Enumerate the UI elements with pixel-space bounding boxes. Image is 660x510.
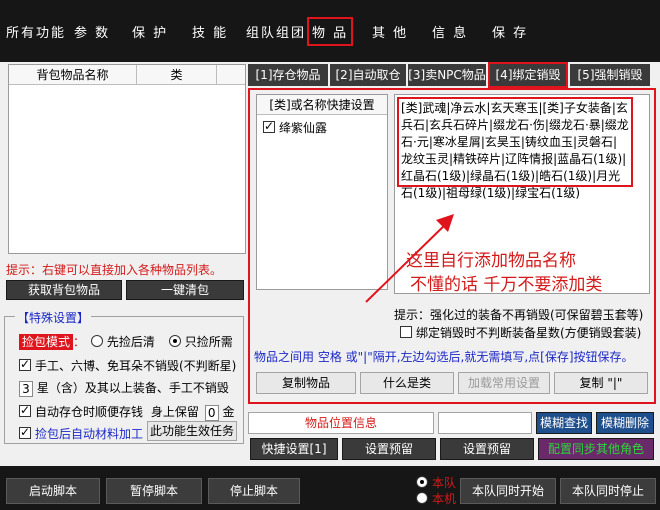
bind-destroy-panel: [类]或名称快捷设置 绛紫仙露 [类]武魂|净云水|玄天寒玉|[类]子女装备|玄… xyxy=(248,88,656,404)
no-destroy-checkbox[interactable] xyxy=(19,357,31,371)
grid-header-type[interactable]: 类 xyxy=(137,65,217,84)
top-menu-bar: 所有功能 参 数 保 护 技 能 组队组团 物 品 其 他 信 息 保 存 xyxy=(0,0,660,62)
radio-local[interactable] xyxy=(416,492,428,504)
right-click-tip: 提示：右键可以直接加入各种物品列表。 xyxy=(6,263,223,277)
pick-mode-radio-second[interactable] xyxy=(168,335,181,347)
auto-process-label: 捡包后自动材料加工 xyxy=(35,427,144,441)
set-reserve-button-1[interactable]: 设置预留 xyxy=(342,438,436,460)
list-item-label: 绛紫仙露 xyxy=(279,121,328,135)
item-names-text: [类]武魂|净云水|玄天寒玉|[类]子女装备|玄兵石|玄兵石碎片|缀龙石·伤|缀… xyxy=(397,97,633,200)
strengthen-hint: 提示：强化过的装备不再销毁(可保留碧玉套等) xyxy=(394,308,644,322)
start-script-button[interactable]: 启动脚本 xyxy=(6,478,100,504)
quick-set-header: [类]或名称快捷设置 xyxy=(257,95,387,115)
get-bag-items-button[interactable]: 获取背包物品 xyxy=(6,280,122,300)
menu-other[interactable]: 其 他 xyxy=(372,22,408,41)
auto-process-checkbox[interactable] xyxy=(19,425,31,439)
pick-mode-option-first[interactable]: 先捡后清 xyxy=(107,335,155,349)
star-threshold-label: 星（含）及其以上装备、手工不销毁 xyxy=(36,381,229,395)
stop-script-button[interactable]: 停止脚本 xyxy=(208,478,300,504)
tab-bind-destroy[interactable]: [4]绑定销毁 xyxy=(488,62,568,88)
task-effect-button[interactable]: 此功能生效任务 xyxy=(147,421,237,441)
what-is-class-button[interactable]: 什么是类 xyxy=(360,372,454,394)
menu-info[interactable]: 信 息 xyxy=(432,22,468,41)
keep-label: 身上保留 xyxy=(150,405,199,419)
menu-team[interactable]: 组队组团 xyxy=(246,22,306,41)
radio-team[interactable] xyxy=(416,476,428,488)
special-settings-group: 【特殊设置】 捡包模式： 先捡后清 只捡所需 手工、六博、免耳朵不销毁(不判断星… xyxy=(4,309,244,444)
keep-money-input[interactable]: 0 xyxy=(204,404,219,421)
list-item[interactable]: 绛紫仙露 xyxy=(257,115,387,140)
set-reserve-button-2[interactable]: 设置预留 xyxy=(440,438,534,460)
clear-bag-button[interactable]: 一键清包 xyxy=(126,280,244,300)
quick-setting-button[interactable]: 快捷设置[1] xyxy=(250,438,338,460)
team-start-button[interactable]: 本队同时开始 xyxy=(460,478,556,504)
team-stop-button[interactable]: 本队同时停止 xyxy=(560,478,656,504)
pause-script-button[interactable]: 暂停脚本 xyxy=(106,478,202,504)
pick-mode-label: 捡包模式 xyxy=(19,334,74,350)
tab-store-items[interactable]: [1]存仓物品 xyxy=(248,64,328,86)
star-value-input[interactable]: 3 xyxy=(19,380,33,397)
copy-items-button[interactable]: 复制物品 xyxy=(256,372,356,394)
position-search-input[interactable] xyxy=(438,412,532,434)
tab-auto-withdraw[interactable]: [2]自动取仓 xyxy=(330,64,406,86)
load-common-settings-button[interactable]: 加载常用设置 xyxy=(458,372,550,394)
bag-items-grid[interactable]: 背包物品名称 类 xyxy=(8,64,246,254)
menu-all-functions[interactable]: 所有功能 xyxy=(6,22,66,41)
auto-store-checkbox[interactable] xyxy=(19,403,31,417)
tab-sell-npc[interactable]: [3]卖NPC物品 xyxy=(408,64,486,86)
annotation-line-1: 这里自行添加物品名称 xyxy=(406,251,576,271)
pick-mode-option-second[interactable]: 只捡所需 xyxy=(185,335,233,349)
separator-note: 物品之间用 空格 或"|"隔开,左边勾选后,就无需填写,点[保存]按钮保存。 xyxy=(254,350,634,364)
menu-params[interactable]: 参 数 xyxy=(74,22,110,41)
item-position-info[interactable]: 物品位置信息 xyxy=(248,412,434,434)
copy-separator-button[interactable]: 复制 "|" xyxy=(554,372,648,394)
tab-force-destroy[interactable]: [5]强制销毁 xyxy=(570,64,650,86)
ignore-star-label: 绑定销毁时不判断装备星数(方便销毁套装) xyxy=(416,326,642,340)
fuzzy-delete-button[interactable]: 模糊删除 xyxy=(596,412,654,434)
menu-protect[interactable]: 保 护 xyxy=(132,22,168,41)
list-item-checkbox[interactable] xyxy=(263,119,275,133)
radio-team-label[interactable]: 本队 xyxy=(432,476,456,490)
menu-skills[interactable]: 技 能 xyxy=(192,22,228,41)
pick-mode-radio-first[interactable] xyxy=(90,335,103,347)
radio-local-label[interactable]: 本机 xyxy=(432,492,456,506)
grid-header-name[interactable]: 背包物品名称 xyxy=(9,65,137,84)
bottom-bar: 启动脚本 暂停脚本 停止脚本 本队 本机 本队同时开始 本队同时停止 xyxy=(0,466,660,510)
ignore-star-checkbox[interactable] xyxy=(400,326,412,338)
no-destroy-label: 手工、六博、免耳朵不销毁(不判断星) xyxy=(35,359,237,373)
sync-config-button[interactable]: 配置同步其他角色 xyxy=(538,438,654,460)
special-settings-title: 【特殊设置】 xyxy=(15,309,92,326)
tab-bar: [1]存仓物品 [2]自动取仓 [3]卖NPC物品 [4]绑定销毁 [5]强制销… xyxy=(248,62,660,88)
keep-unit: 金 xyxy=(222,405,235,419)
menu-save[interactable]: 保 存 xyxy=(492,22,528,41)
auto-store-label: 自动存仓时顺便存钱 xyxy=(35,405,144,419)
annotation-line-2: 不懂的话 千万不要添加类 xyxy=(410,275,603,295)
fuzzy-search-button[interactable]: 模糊查找 xyxy=(536,412,592,434)
menu-items[interactable]: 物 品 xyxy=(306,17,354,46)
main-panel: 背包物品名称 类 提示：右键可以直接加入各种物品列表。 获取背包物品 一键清包 … xyxy=(0,62,660,466)
